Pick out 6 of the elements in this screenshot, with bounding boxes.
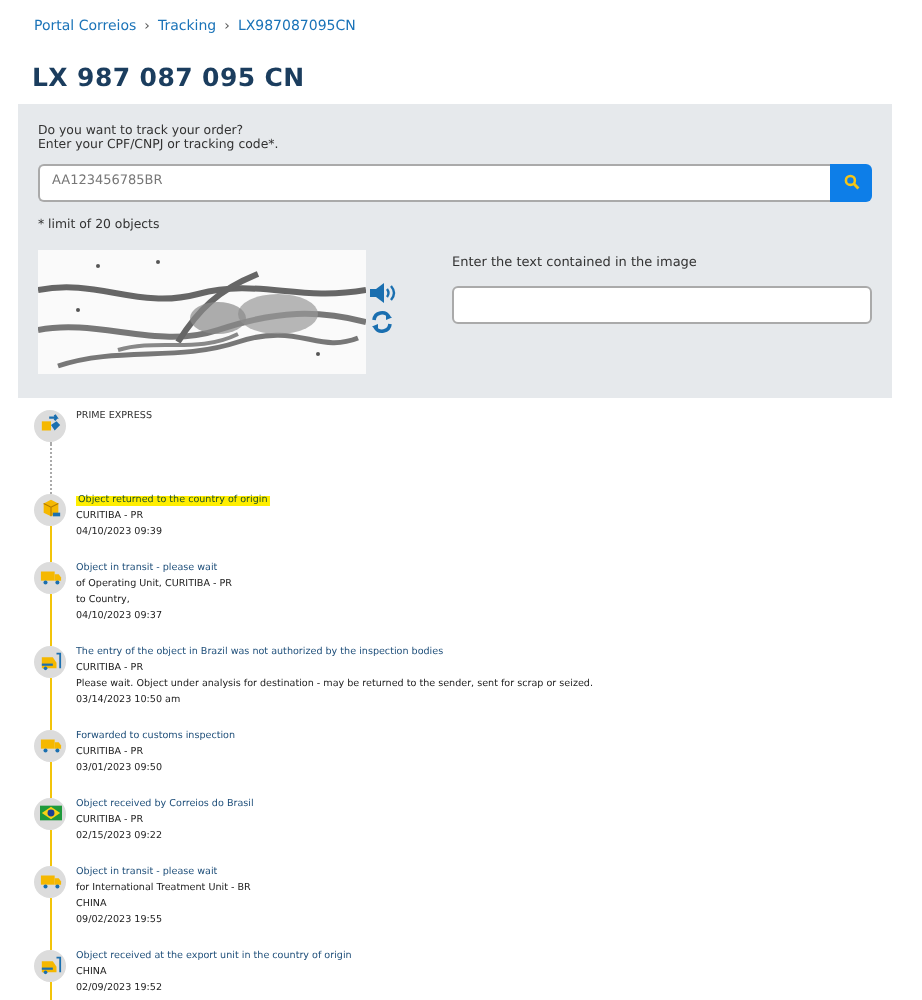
speaker-icon[interactable] [370, 281, 396, 304]
search-icon [843, 174, 859, 190]
captcha-field[interactable] [452, 286, 872, 325]
search-button[interactable] [830, 163, 872, 201]
page-title: LX 987 087 095 CN [32, 61, 307, 91]
refresh-icon[interactable] [370, 309, 394, 334]
